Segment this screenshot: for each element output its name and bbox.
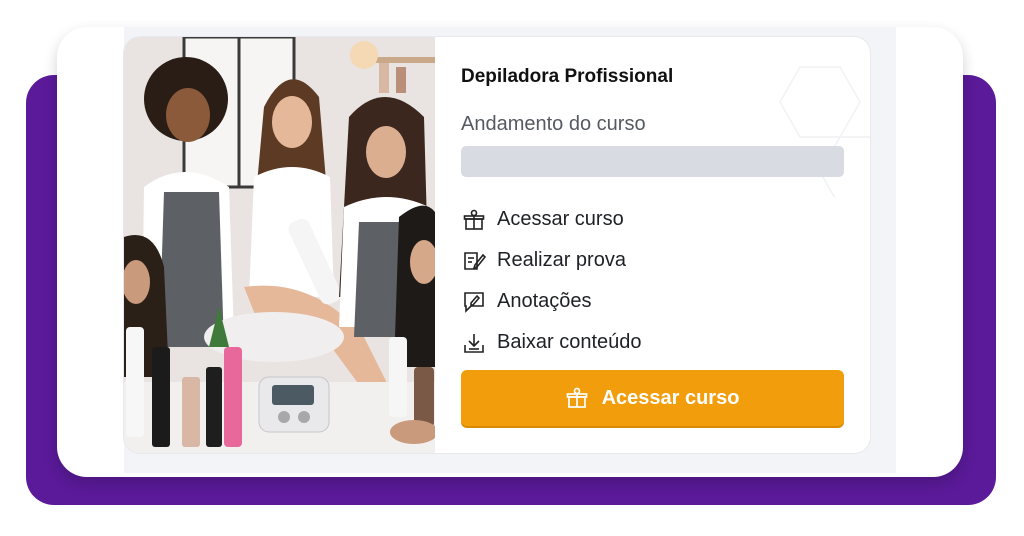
progress-bar [461, 146, 844, 177]
menu-item-realizar-prova[interactable]: Realizar prova [461, 240, 844, 281]
download-tray-icon [461, 330, 487, 356]
edit-document-icon [461, 248, 487, 274]
cta-label: Acessar curso [601, 386, 740, 409]
menu-item-acessar-curso[interactable]: Acessar curso [461, 199, 844, 240]
menu-item-label: Realizar prova [497, 249, 626, 271]
note-pencil-icon [461, 289, 487, 315]
course-actions-menu: Acessar curso Realizar prova Anotações B… [461, 199, 844, 363]
menu-item-label: Baixar conteúdo [497, 331, 642, 353]
acessar-curso-button[interactable]: Acessar curso [461, 370, 844, 426]
course-title: Depiladora Profissional [461, 66, 674, 87]
menu-item-label: Acessar curso [497, 208, 624, 230]
menu-item-anotacoes[interactable]: Anotações [461, 281, 844, 322]
course-thumbnail[interactable] [124, 37, 435, 453]
course-details: Depiladora Profissional Andamento do cur… [461, 63, 844, 363]
course-card: Depiladora Profissional Andamento do cur… [124, 37, 870, 453]
gift-box-icon [566, 386, 590, 410]
menu-item-baixar-conteudo[interactable]: Baixar conteúdo [461, 322, 844, 363]
menu-item-label: Anotações [497, 290, 592, 312]
gift-box-icon [461, 207, 487, 233]
progress-label: Andamento do curso [461, 113, 646, 135]
